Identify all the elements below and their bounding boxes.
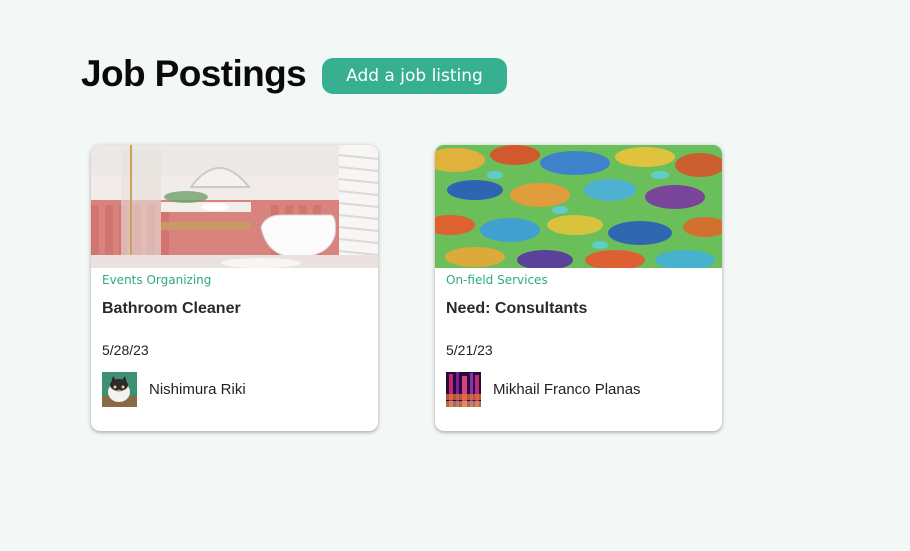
author-name: Nishimura Riki — [149, 381, 246, 398]
add-job-listing-button[interactable]: Add a job listing — [322, 58, 507, 94]
job-card[interactable]: Events Organizing Bathroom Cleaner 5/28/… — [91, 145, 378, 431]
page-header: Job Postings Add a job listing — [81, 52, 507, 96]
job-author: Mikhail Franco Planas — [446, 372, 641, 407]
job-title: Bathroom Cleaner — [102, 300, 241, 317]
bathroom-photo — [91, 145, 378, 268]
job-postings-page: Job Postings Add a job listing Events Or… — [0, 0, 910, 551]
job-title: Need: Consultants — [446, 300, 588, 317]
job-category: Events Organizing — [102, 273, 212, 287]
job-author: Nishimura Riki — [102, 372, 246, 407]
cat-avatar — [102, 372, 137, 407]
job-card-list: Events Organizing Bathroom Cleaner 5/28/… — [91, 145, 722, 431]
abstract-pattern-photo — [435, 145, 722, 268]
author-name: Mikhail Franco Planas — [493, 381, 641, 398]
job-date: 5/28/23 — [102, 342, 149, 358]
job-date: 5/21/23 — [446, 342, 493, 358]
page-title: Job Postings — [81, 53, 307, 94]
job-card[interactable]: On-field Services Need: Consultants 5/21… — [435, 145, 722, 431]
job-category: On-field Services — [446, 273, 548, 287]
abstract-avatar — [446, 372, 481, 407]
